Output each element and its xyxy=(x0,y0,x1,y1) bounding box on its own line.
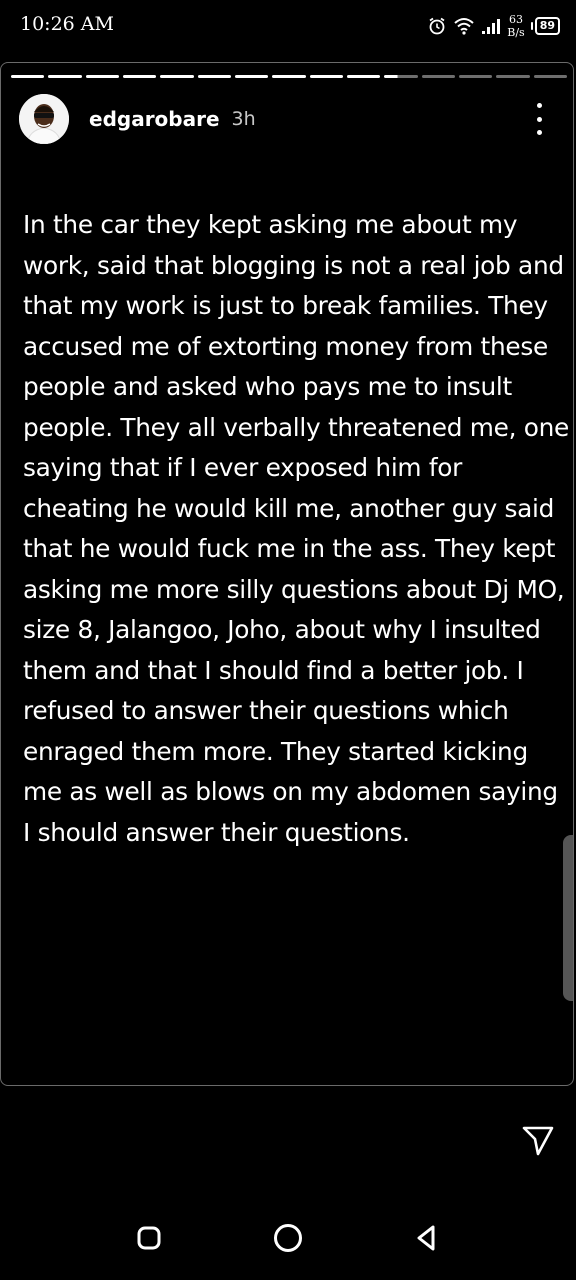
dot xyxy=(536,130,542,135)
story-header: edgarobare 3h xyxy=(19,93,559,145)
progress-segment-viewed xyxy=(85,75,119,78)
progress-segment-viewed xyxy=(234,75,269,78)
back-button[interactable] xyxy=(409,1220,445,1256)
progress-segment-pending xyxy=(421,75,455,78)
progress-segment-viewed xyxy=(309,75,343,78)
progress-segment-viewed xyxy=(160,75,194,78)
progress-segment-viewed xyxy=(122,75,157,78)
progress-segment-pending xyxy=(458,75,493,78)
battery-level: 89 xyxy=(534,17,560,35)
recent-apps-button[interactable] xyxy=(131,1220,167,1256)
progress-segment-viewed xyxy=(197,75,231,78)
home-button[interactable] xyxy=(270,1220,306,1256)
battery-icon: 89 xyxy=(530,17,560,35)
avatar[interactable] xyxy=(19,94,69,144)
signal-icon xyxy=(481,17,501,35)
progress-segment-viewed xyxy=(346,75,381,78)
progress-segment-viewed xyxy=(272,75,306,78)
progress-segment-viewed xyxy=(48,75,82,78)
more-options-icon[interactable] xyxy=(531,103,547,135)
net-speed: 63 B/s xyxy=(507,13,524,39)
dot xyxy=(536,103,542,108)
net-speed-value: 63 xyxy=(508,13,523,26)
story-progress-bar xyxy=(11,75,567,78)
progress-segment-viewed xyxy=(11,75,45,78)
progress-segment-pending xyxy=(533,75,567,78)
send-icon[interactable] xyxy=(520,1122,556,1158)
net-speed-unit: B/s xyxy=(507,26,525,39)
progress-segment-pending xyxy=(496,75,530,78)
status-bar: 10:26 AM 63 B/s 89 xyxy=(0,0,576,52)
story-time-ago: 3h xyxy=(231,108,256,130)
scroll-handle[interactable] xyxy=(563,835,573,1001)
alarm-icon xyxy=(427,16,447,36)
nav-bar xyxy=(0,1200,576,1280)
status-icons: 63 B/s 89 xyxy=(427,10,560,42)
wifi-icon xyxy=(453,17,475,35)
story-card[interactable]: edgarobare 3h In the car they kept askin… xyxy=(0,62,574,1086)
status-time: 10:26 AM xyxy=(20,13,114,35)
story-text: In the car they kept asking me about my … xyxy=(23,210,569,847)
battery-tip xyxy=(530,22,533,30)
progress-segment-current xyxy=(384,75,418,78)
dot xyxy=(536,116,542,122)
story-username[interactable]: edgarobare xyxy=(89,107,220,131)
